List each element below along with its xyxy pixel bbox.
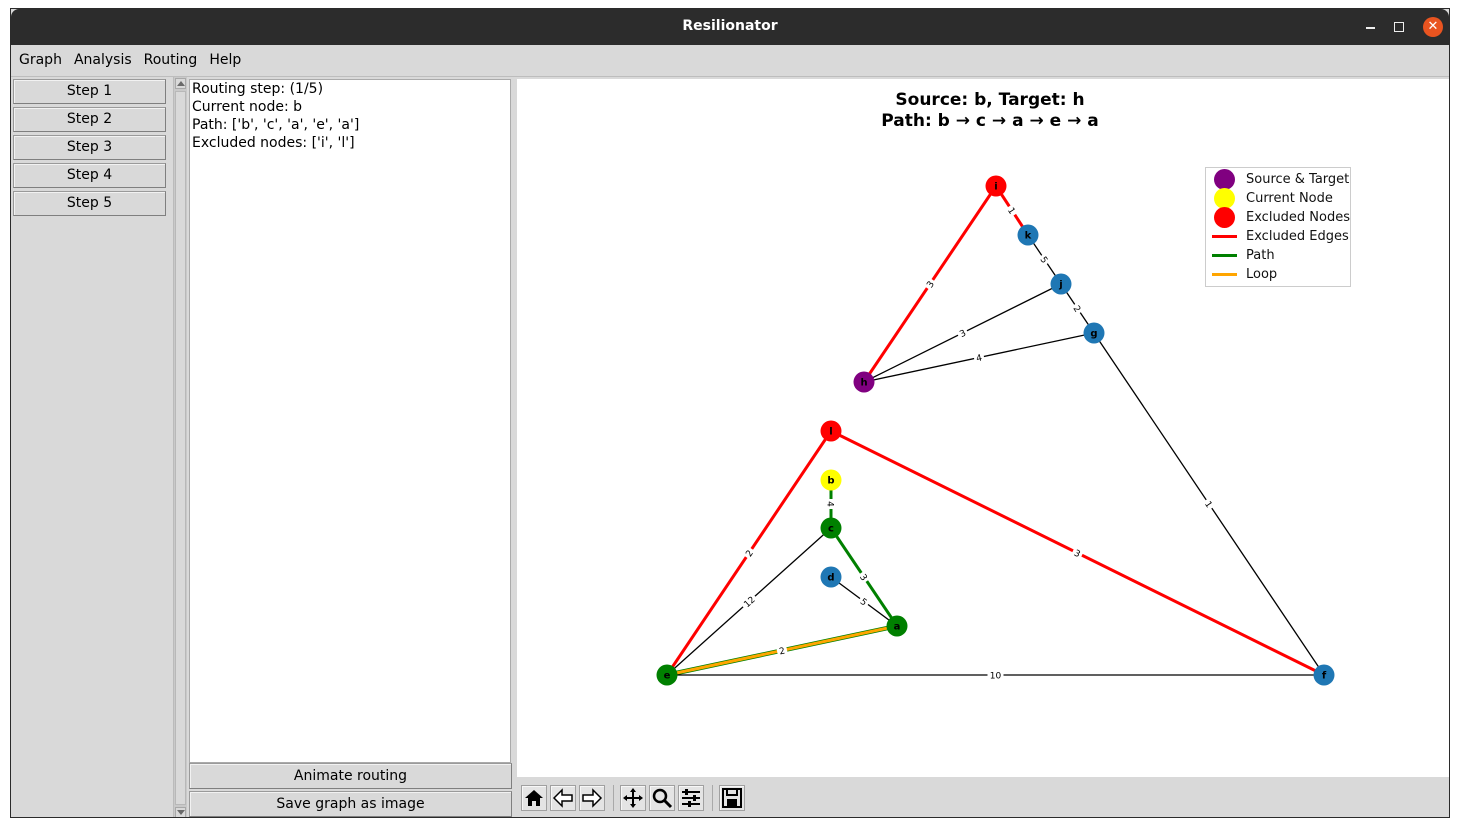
menu-routing[interactable]: Routing xyxy=(136,45,198,75)
svg-text:c: c xyxy=(828,524,834,535)
graph-node-a[interactable]: a xyxy=(886,615,908,637)
scroll-up-icon[interactable] xyxy=(175,78,186,89)
steps-panel: Step 1 Step 2 Step 3 Step 4 Step 5 xyxy=(11,77,169,817)
source-target-marker-icon xyxy=(1214,169,1235,190)
edge-weight-label: 4 xyxy=(825,499,837,509)
home-icon[interactable] xyxy=(521,785,547,811)
edge-weight-label: 4 xyxy=(972,350,986,364)
svg-text:a: a xyxy=(894,622,901,633)
svg-text:i: i xyxy=(994,182,997,193)
edge-weight-label: 2 xyxy=(1069,301,1086,316)
legend: Source & Target Current Node Excluded No… xyxy=(1205,167,1351,287)
legend-item: Current Node xyxy=(1206,188,1350,209)
edge-weight-label: 5 xyxy=(1036,252,1053,267)
legend-label: Path xyxy=(1246,248,1275,263)
current-node-text: Current node: b xyxy=(192,99,303,115)
edge-weight-label: 2 xyxy=(775,643,789,657)
toolbar-separator xyxy=(712,785,713,811)
routing-info-text[interactable]: Routing step: (1/5) Current node: b Path… xyxy=(189,79,511,763)
svg-text:g: g xyxy=(1090,329,1097,340)
pan-icon[interactable] xyxy=(620,785,646,811)
svg-text:e: e xyxy=(664,671,671,682)
window-title: Resilionator xyxy=(682,18,778,34)
close-icon[interactable]: ✕ xyxy=(1423,17,1443,37)
step-5-button[interactable]: Step 5 xyxy=(13,191,166,216)
edge-weight-label: 3 xyxy=(955,325,970,341)
graph-node-d[interactable]: d xyxy=(820,566,842,588)
graph-node-b[interactable]: b xyxy=(820,469,842,491)
save-icon[interactable] xyxy=(719,785,745,811)
graph-node-g[interactable]: g xyxy=(1083,322,1105,344)
maximize-icon[interactable] xyxy=(1389,17,1409,37)
edge-weight-label: 1 xyxy=(1201,496,1217,512)
legend-item: Path xyxy=(1206,246,1350,265)
legend-item: Excluded Nodes xyxy=(1206,207,1351,228)
graph-node-k[interactable]: k xyxy=(1017,224,1039,246)
step-2-button[interactable]: Step 2 xyxy=(13,107,166,132)
menu-graph[interactable]: Graph xyxy=(11,45,62,75)
svg-text:10: 10 xyxy=(990,672,1002,682)
graph-node-c[interactable]: c xyxy=(820,517,842,539)
svg-text:b: b xyxy=(827,476,834,487)
path-line-icon xyxy=(1212,254,1237,257)
menu-bar: Graph Analysis Routing Help xyxy=(11,45,1449,77)
excluded-edge-line-icon xyxy=(1212,235,1237,238)
toolbar-separator xyxy=(613,785,614,811)
legend-label: Source & Target xyxy=(1246,172,1350,187)
scroll-down-icon[interactable] xyxy=(175,807,186,817)
menu-analysis[interactable]: Analysis xyxy=(66,45,132,75)
graph-node-l[interactable]: l xyxy=(820,420,842,442)
scrollbar-thumb[interactable] xyxy=(175,91,186,805)
step-3-button[interactable]: Step 3 xyxy=(13,135,166,160)
title-bar: Resilionator ✕ xyxy=(11,9,1449,45)
legend-label: Loop xyxy=(1246,267,1278,282)
routing-step-text: Routing step: (1/5) xyxy=(192,81,324,97)
svg-text:j: j xyxy=(1058,280,1062,291)
graph-canvas[interactable]: Source: b, Target: h Path: b → c → a → e… xyxy=(517,79,1449,777)
configure-icon[interactable] xyxy=(678,785,704,811)
graph-node-j[interactable]: j xyxy=(1050,273,1072,295)
step-4-button[interactable]: Step 4 xyxy=(13,163,166,188)
edge-weight-label: 10 xyxy=(987,669,1004,682)
svg-text:d: d xyxy=(827,573,834,584)
minimize-icon[interactable] xyxy=(1361,17,1381,37)
graph-node-e[interactable]: e xyxy=(656,664,678,686)
edge-weight-label: 3 xyxy=(1070,545,1085,561)
back-icon[interactable] xyxy=(550,785,576,811)
loop-line-icon xyxy=(1212,273,1237,276)
legend-label: Excluded Edges xyxy=(1246,229,1349,244)
legend-item: Source & Target xyxy=(1206,169,1350,190)
legend-item: Loop xyxy=(1206,265,1350,284)
legend-label: Excluded Nodes xyxy=(1246,210,1351,225)
save-graph-button[interactable]: Save graph as image xyxy=(189,791,512,817)
svg-text:f: f xyxy=(1322,671,1327,682)
plot-toolbar xyxy=(517,777,1449,817)
edge-weight-label: 1 xyxy=(1004,203,1020,218)
legend-item: Excluded Edges xyxy=(1206,227,1350,246)
graph-node-f[interactable]: f xyxy=(1313,664,1335,686)
legend-label: Current Node xyxy=(1246,191,1333,206)
svg-text:k: k xyxy=(1025,231,1032,242)
vertical-scrollbar[interactable] xyxy=(173,77,187,817)
current-node-marker-icon xyxy=(1214,188,1235,209)
svg-text:h: h xyxy=(860,378,867,389)
app-window: Resilionator ✕ Graph Analysis Routing Help … xyxy=(10,8,1450,818)
path-text: Path: ['b', 'c', 'a', 'e', 'a'] xyxy=(192,117,360,133)
excluded-node-marker-icon xyxy=(1214,207,1235,228)
step-1-button[interactable]: Step 1 xyxy=(13,79,166,104)
excluded-nodes-text: Excluded nodes: ['i', 'l'] xyxy=(192,135,355,151)
edge-weight-label: 5 xyxy=(856,593,872,610)
animate-routing-button[interactable]: Animate routing xyxy=(189,763,512,789)
svg-text:4: 4 xyxy=(825,501,835,507)
menu-help[interactable]: Help xyxy=(201,45,241,75)
svg-text:l: l xyxy=(829,427,832,438)
graph-node-i[interactable]: i xyxy=(985,175,1007,197)
forward-icon[interactable] xyxy=(579,785,605,811)
graph-node-h[interactable]: h xyxy=(853,371,875,393)
zoom-icon[interactable] xyxy=(649,785,675,811)
